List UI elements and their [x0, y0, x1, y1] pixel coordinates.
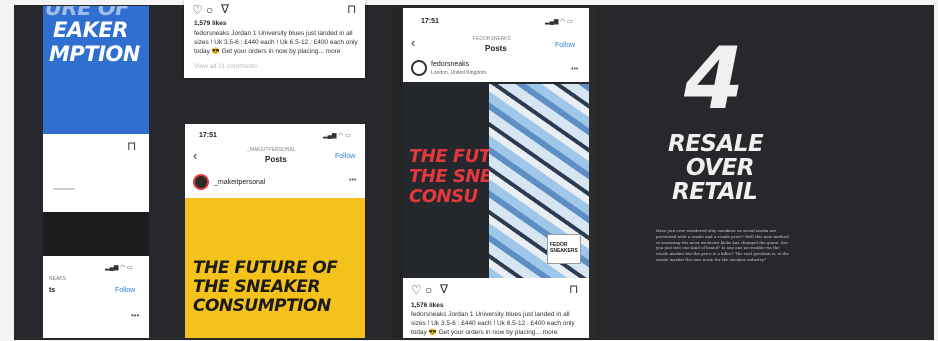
- bookmark-icon[interactable]: ⊓: [347, 3, 356, 15]
- shoebox: FEDOR SNEAKERS: [547, 234, 581, 264]
- back-arrow-icon[interactable]: ‹: [411, 36, 415, 49]
- red-poster-line-3: CONSU: [409, 186, 478, 207]
- likes-count: 1,579 likes: [194, 20, 227, 27]
- left-phone-mockup: URE OF EAKER MPTION ⊓ ▂▄▆ ◠ ▭ NEAKS ts F…: [43, 6, 149, 338]
- more-icon[interactable]: •••: [349, 177, 356, 184]
- left-follow-button[interactable]: Follow: [115, 287, 135, 294]
- left-poster-line-3: MPTION: [49, 42, 140, 66]
- top-post-card: ♡ ○ ∇ ⊓ 1,579 likes fedorsneaks Jordan 1…: [184, 0, 365, 78]
- more-icon[interactable]: •••: [571, 66, 578, 73]
- left-blue-poster: URE OF EAKER MPTION: [43, 6, 149, 134]
- bookmark-icon[interactable]: ⊓: [569, 283, 578, 295]
- red-poster-line-1: THE FUT: [409, 146, 491, 167]
- heart-icon[interactable]: ♡: [411, 284, 422, 296]
- account-handle-small: _MAKEITPERSONAL: [247, 147, 296, 153]
- post-caption: fedorsneaks Jordan 1 University blues ju…: [411, 311, 575, 336]
- posts-title: Posts: [265, 155, 287, 164]
- chapter-title-line-1: RESALE: [668, 131, 764, 157]
- location[interactable]: London, United Kingdom: [431, 70, 486, 76]
- share-icon[interactable]: ∇: [440, 283, 448, 295]
- yellow-poster-line-1: THE FUTURE OF: [193, 258, 338, 278]
- chapter-title-line-3: RETAIL: [672, 179, 758, 205]
- comments-link[interactable]: View all 21 comments: [194, 63, 257, 72]
- share-icon[interactable]: ∇: [221, 3, 229, 15]
- right-phone-mockup: 17:51 ▂▄▆ ◠ ▭ ‹ FEDORSNEAKS Posts Follow…: [403, 8, 589, 338]
- follow-button[interactable]: Follow: [335, 153, 355, 160]
- yellow-poster: THE FUTURE OF THE SNEAKER CONSUMPTION: [185, 198, 365, 338]
- yellow-poster-line-3: CONSUMPTION: [193, 296, 331, 316]
- avatar[interactable]: [411, 60, 427, 76]
- username[interactable]: _makeitpersonal: [214, 179, 265, 186]
- left-placeholder-line: [53, 188, 75, 190]
- status-time: 17:51: [421, 18, 439, 25]
- left-account-fragment: NEAKS: [49, 276, 66, 282]
- red-poster-line-2: THE SNE: [409, 166, 492, 187]
- bookmark-icon[interactable]: ⊓: [127, 140, 136, 152]
- sneaker-photo: FEDOR SNEAKERS: [489, 84, 589, 278]
- account-handle-small: FEDORSNEAKS: [473, 36, 511, 42]
- left-posts-fragment: ts: [49, 287, 56, 294]
- left-more-icon[interactable]: •••: [131, 311, 139, 320]
- heart-icon[interactable]: ♡: [192, 4, 203, 16]
- yellow-phone-mockup: 17:51 ▂▄▆ ◠ ▭ ‹ _MAKEITPERSONAL Posts Fo…: [185, 124, 365, 338]
- follow-button[interactable]: Follow: [555, 42, 575, 49]
- yellow-poster-line-2: THE SNEAKER: [193, 277, 320, 297]
- chapter-number: 4: [684, 29, 744, 129]
- likes-count: 1,576 likes: [411, 302, 444, 309]
- left-dark-band: [43, 212, 149, 256]
- back-arrow-icon[interactable]: ‹: [193, 149, 197, 162]
- left-status-icons: ▂▄▆ ◠ ▭: [105, 265, 133, 271]
- chapter-title-line-2: OVER: [686, 155, 754, 181]
- shoebox-label: FEDOR SNEAKERS: [550, 242, 578, 254]
- chapter-body-text: Have you ever wondered why sneakers on s…: [656, 228, 789, 262]
- post-caption: fedorsneaks Jordan 1 University blues ju…: [194, 30, 358, 55]
- avatar[interactable]: [193, 174, 209, 190]
- username[interactable]: fedorsneaks: [431, 61, 469, 68]
- comment-icon[interactable]: ○: [425, 284, 432, 296]
- status-time: 17:51: [199, 132, 217, 139]
- left-poster-line-2: EAKER: [53, 18, 128, 42]
- posts-title: Posts: [485, 44, 507, 53]
- status-icons: ▂▄▆ ◠ ▭: [323, 133, 351, 139]
- comment-icon[interactable]: ○: [206, 4, 213, 16]
- status-icons: ▂▄▆ ◠ ▭: [545, 19, 573, 25]
- magazine-photo: URE OF EAKER MPTION ⊓ ▂▄▆ ◠ ▭ NEAKS ts F…: [0, 0, 938, 341]
